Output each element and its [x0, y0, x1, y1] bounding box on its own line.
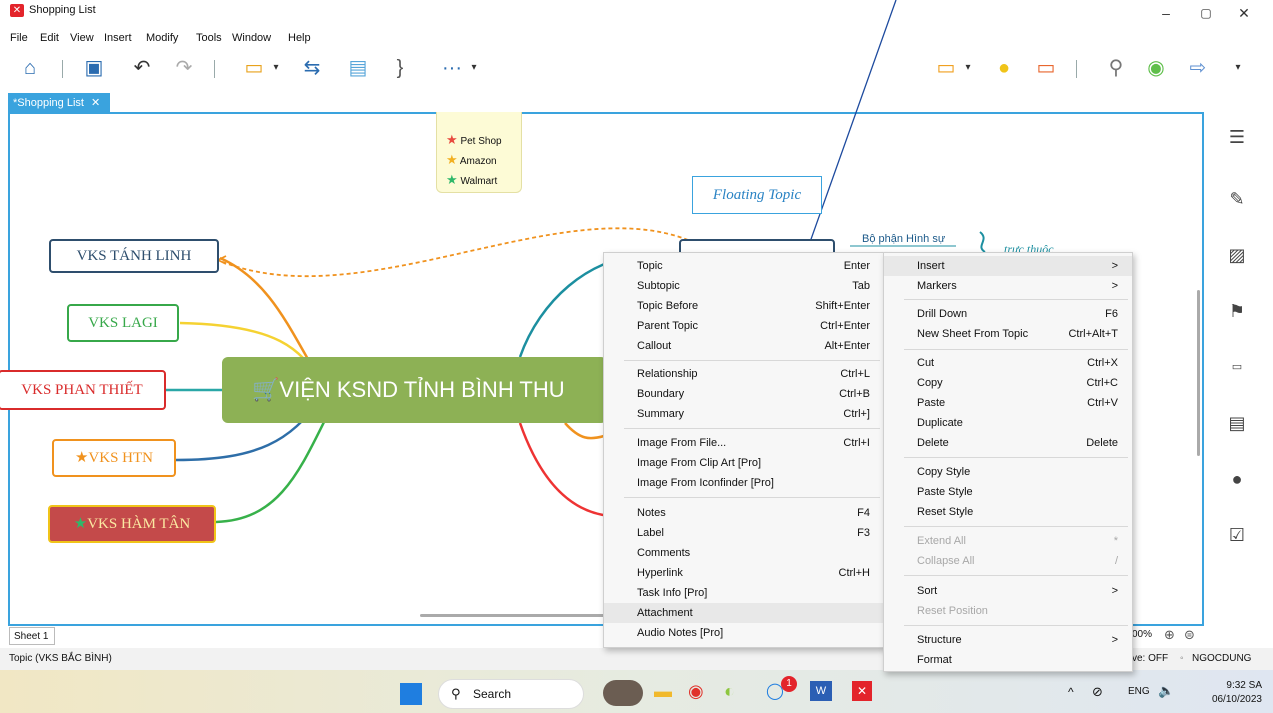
- context-menu-main: Topic Enter Subtopic Tab Topic Before Shift…: [603, 252, 885, 648]
- widgets-icon[interactable]: [603, 680, 643, 706]
- menu-item-comments[interactable]: Comments: [604, 543, 884, 563]
- menu-item-parent-topic[interactable]: Parent Topic Ctrl+Enter: [604, 316, 884, 336]
- zoom-level: 00%: [1132, 629, 1153, 640]
- menu-item-delete[interactable]: Delete Delete: [884, 433, 1132, 453]
- user-name[interactable]: NGOCDUNG: [1192, 653, 1251, 664]
- legend-item: ★ Pet Shop: [446, 132, 502, 147]
- chevron-up-icon[interactable]: ^: [1068, 685, 1074, 699]
- status-selection: Topic (VKS BẮC BÌNH): [9, 653, 112, 664]
- menu-item-topic-before[interactable]: Topic Before Shift+Enter: [604, 296, 884, 316]
- topic-vks-ham-tan[interactable]: ★VKS HÀM TÂN: [48, 505, 216, 543]
- notes-icon[interactable]: ▤: [1226, 412, 1248, 434]
- menu-separator: [904, 349, 1128, 350]
- menu-separator: [624, 360, 880, 361]
- label-icon[interactable]: ▭: [1226, 356, 1248, 378]
- menu-item-extend-all[interactable]: Extend All *: [884, 531, 1132, 551]
- topic-vks-phan-thiet[interactable]: VKS PHAN THIẾT: [0, 370, 166, 410]
- menu-item-attachment[interactable]: Attachment: [604, 603, 884, 623]
- menu-item-copy[interactable]: Copy Ctrl+C: [884, 373, 1132, 393]
- menu-item-topic[interactable]: Topic Enter: [604, 256, 884, 276]
- menu-separator: [904, 457, 1128, 458]
- menu-item-image-from-file[interactable]: Image From File... Ctrl+I: [604, 433, 884, 453]
- word-icon[interactable]: W: [810, 681, 832, 701]
- menu-item-label[interactable]: Label F3: [604, 523, 884, 543]
- menu-item-drill-down[interactable]: Drill Down F6: [884, 304, 1132, 324]
- image-icon[interactable]: ▨: [1226, 244, 1248, 266]
- subtopic-node[interactable]: Bộ phận Hình sự: [862, 233, 945, 245]
- star-yellow-icon: ★: [74, 450, 89, 466]
- menu-item-notes[interactable]: Notes F4: [604, 503, 884, 523]
- format-brush-icon[interactable]: ✎: [1226, 188, 1248, 210]
- user-dot-icon: ◦: [1180, 653, 1184, 664]
- coccoc-icon[interactable]: ◐: [724, 681, 735, 702]
- menu-item-insert[interactable]: Insert >: [884, 256, 1132, 276]
- legend-item: ★ Walmart: [446, 172, 498, 187]
- zoom-menu-icon[interactable]: ⊜: [1184, 627, 1195, 643]
- sheet-tab[interactable]: Sheet 1: [9, 627, 55, 645]
- star-yellow-icon: ★: [446, 152, 458, 167]
- star-red-icon: ★: [446, 132, 458, 147]
- cart-icon: 🛒: [252, 377, 280, 402]
- menu-item-paste-style[interactable]: Paste Style: [884, 482, 1132, 502]
- menu-item-format[interactable]: Format: [884, 650, 1132, 670]
- outline-icon[interactable]: ☰: [1226, 126, 1248, 148]
- clock-date[interactable]: 06/10/2023: [1200, 694, 1262, 705]
- zoom-in-icon[interactable]: ⊕: [1164, 627, 1175, 643]
- marker-flag-icon[interactable]: ⚑: [1226, 300, 1248, 322]
- star-green-icon: ★: [446, 172, 458, 187]
- horizontal-scrollbar[interactable]: [420, 614, 610, 617]
- speaker-icon[interactable]: 🔈: [1158, 683, 1174, 699]
- menu-separator: [624, 497, 880, 498]
- menu-item-image-iconfinder[interactable]: Image From Iconfinder [Pro]: [604, 473, 884, 493]
- language-indicator[interactable]: ENG: [1128, 686, 1150, 697]
- menu-item-image-clip-art[interactable]: Image From Clip Art [Pro]: [604, 453, 884, 473]
- menu-item-relationship[interactable]: Relationship Ctrl+L: [604, 364, 884, 384]
- central-topic[interactable]: 🛒VIỆN KSND TỈNH BÌNH THU: [222, 357, 607, 423]
- context-menu-secondary: Insert > Markers > Drill Down F6 New Sheet …: [883, 252, 1133, 672]
- comment-icon[interactable]: ●: [1226, 468, 1248, 490]
- network-off-icon[interactable]: ⊘: [1092, 684, 1103, 700]
- task-icon[interactable]: ☑: [1226, 524, 1248, 546]
- menu-item-audio-notes[interactable]: Audio Notes [Pro]: [604, 623, 884, 643]
- autosave-status[interactable]: ve: OFF: [1132, 653, 1168, 664]
- menu-item-task-info[interactable]: Task Info [Pro]: [604, 583, 884, 603]
- menu-item-summary[interactable]: Summary Ctrl+]: [604, 404, 884, 424]
- star-green-icon: ★: [73, 516, 88, 532]
- menu-item-new-sheet[interactable]: New Sheet From Topic Ctrl+Alt+T: [884, 324, 1132, 344]
- menu-item-collapse-all[interactable]: Collapse All /: [884, 551, 1132, 571]
- menu-item-markers[interactable]: Markers >: [884, 276, 1132, 296]
- menu-item-copy-style[interactable]: Copy Style: [884, 462, 1132, 482]
- topic-vks-lagi[interactable]: VKS LAGI: [67, 304, 179, 342]
- clock-time[interactable]: 9:32 SA: [1210, 680, 1262, 691]
- menu-separator: [904, 625, 1128, 626]
- taskbar-search-box[interactable]: ⚲ Search: [438, 679, 584, 709]
- file-explorer-icon[interactable]: ▬: [654, 681, 672, 702]
- menu-item-hyperlink[interactable]: Hyperlink Ctrl+H: [604, 563, 884, 583]
- menu-item-callout[interactable]: Callout Alt+Enter: [604, 336, 884, 356]
- floating-topic[interactable]: Floating Topic: [692, 176, 822, 214]
- menu-item-sort[interactable]: Sort >: [884, 581, 1132, 601]
- menu-separator: [624, 428, 880, 429]
- menu-item-cut[interactable]: Cut Ctrl+X: [884, 353, 1132, 373]
- search-icon: ⚲: [451, 686, 461, 701]
- menu-item-boundary[interactable]: Boundary Ctrl+B: [604, 384, 884, 404]
- menu-separator: [904, 575, 1128, 576]
- vertical-scrollbar[interactable]: [1197, 290, 1200, 456]
- menu-item-structure[interactable]: Structure >: [884, 630, 1132, 650]
- legend-item: ★ Amazon: [446, 152, 497, 167]
- menu-separator: [904, 299, 1128, 300]
- topic-vks-htn[interactable]: ★VKS HTN: [52, 439, 176, 477]
- menu-separator: [904, 526, 1128, 527]
- windows-start-icon[interactable]: [400, 683, 422, 705]
- notification-badge: 1: [781, 676, 797, 692]
- topic-vks-tanh-linh[interactable]: VKS TÁNH LINH: [49, 239, 219, 273]
- menu-item-reset-position[interactable]: Reset Position: [884, 601, 1132, 621]
- xmind-icon[interactable]: ✕: [852, 681, 872, 701]
- chrome-icon[interactable]: ◉: [688, 681, 704, 702]
- menu-item-reset-style[interactable]: Reset Style: [884, 502, 1132, 522]
- menu-item-subtopic[interactable]: Subtopic Tab: [604, 276, 884, 296]
- menu-item-duplicate[interactable]: Duplicate: [884, 413, 1132, 433]
- menu-item-paste[interactable]: Paste Ctrl+V: [884, 393, 1132, 413]
